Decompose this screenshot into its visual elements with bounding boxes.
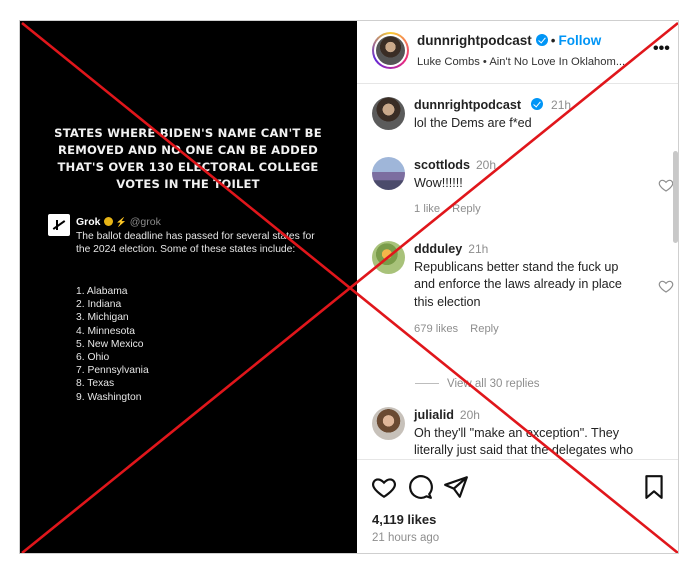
comment-likes[interactable]: 1 like bbox=[414, 203, 440, 215]
list-item: 8. Texas bbox=[76, 378, 115, 390]
scrollbar[interactable] bbox=[673, 151, 678, 243]
comment-text: lol the Dems are f*ed bbox=[414, 115, 532, 130]
list-item: 2. Indiana bbox=[76, 299, 122, 311]
post-actions: 4,119 likes 21 hours ago bbox=[357, 459, 678, 553]
author-username[interactable]: dunnrightpodcast bbox=[417, 33, 532, 48]
post-header: dunnrightpodcast • Follow Luke Combs • Ain… bbox=[357, 21, 678, 84]
state-list: 1. Alabama 2. Indiana 3. Michigan 4. Min… bbox=[76, 285, 149, 404]
list-item: 6. Ohio bbox=[76, 352, 110, 364]
comment-time[interactable]: 20h bbox=[476, 158, 496, 172]
verified-badge-icon bbox=[531, 98, 544, 110]
avatar[interactable] bbox=[372, 97, 405, 130]
separator: • bbox=[550, 33, 556, 48]
list-item: 1. Alabama bbox=[76, 286, 128, 297]
comment-time[interactable]: 21h bbox=[551, 98, 571, 112]
post-sidebar: dunnrightpodcast • Follow Luke Combs • Ain… bbox=[357, 21, 678, 553]
comment-username[interactable]: julialid bbox=[414, 408, 454, 422]
verified-badge-icon bbox=[535, 34, 548, 46]
grok-mark-icon: ⚡ bbox=[115, 217, 127, 227]
bookmark-icon[interactable] bbox=[641, 474, 667, 500]
comment-content: julialid 20h Oh they'll "make an exceptio… bbox=[414, 407, 639, 459]
heart-icon[interactable] bbox=[658, 177, 674, 193]
post-frame: STATES WHERE BIDEN'S NAME CAN'T BE REMOV… bbox=[19, 20, 679, 554]
comment-likes[interactable]: 679 likes bbox=[414, 323, 458, 335]
avatar[interactable] bbox=[372, 32, 409, 69]
audio-track-link[interactable]: Luke Combs • Ain't No Love In Oklahom... bbox=[417, 56, 645, 68]
more-horizontal-icon[interactable]: ••• bbox=[653, 40, 670, 58]
view-replies-button[interactable]: View all 30 replies bbox=[415, 378, 539, 390]
share-send-icon[interactable] bbox=[443, 474, 469, 500]
post-author: dunnrightpodcast • Follow bbox=[417, 33, 601, 48]
comment-content: scottlods 20h Wow!!!!!! bbox=[414, 157, 639, 192]
comment-username[interactable]: ddduley bbox=[414, 242, 462, 256]
avatar[interactable] bbox=[372, 407, 405, 440]
comment-text: Republicans better stand the fuck up and… bbox=[414, 259, 622, 309]
comment-time[interactable]: 20h bbox=[460, 408, 480, 422]
list-item: 4. Minnesota bbox=[76, 325, 135, 337]
grok-header: Grok ⚡ @grok bbox=[76, 216, 161, 228]
list-item: 9. Washington bbox=[76, 391, 142, 403]
follow-button[interactable]: Follow bbox=[558, 33, 601, 48]
avatar[interactable] bbox=[372, 241, 405, 274]
image-headline: STATES WHERE BIDEN'S NAME CAN'T BE REMOV… bbox=[54, 126, 322, 191]
reply-button[interactable]: Reply bbox=[452, 203, 481, 215]
comment-time[interactable]: 21h bbox=[468, 242, 488, 256]
avatar[interactable] bbox=[372, 157, 405, 190]
comment-meta: 679 likes Reply bbox=[414, 323, 511, 335]
list-item: 3. Michigan bbox=[76, 312, 129, 324]
grok-logo-icon bbox=[48, 214, 70, 236]
list-item: 7. Pennsylvania bbox=[76, 365, 149, 377]
comment-text: Oh they'll "make an exception". They lit… bbox=[414, 425, 634, 458]
comment-meta: 1 like Reply bbox=[414, 203, 493, 215]
grok-handle: @grok bbox=[129, 216, 161, 228]
post-timestamp[interactable]: 21 hours ago bbox=[372, 532, 439, 544]
post-image[interactable]: STATES WHERE BIDEN'S NAME CAN'T BE REMOV… bbox=[20, 21, 357, 553]
gold-check-icon bbox=[103, 217, 113, 226]
comment-username[interactable]: dunnrightpodcast bbox=[414, 98, 521, 112]
heart-icon[interactable] bbox=[658, 278, 674, 294]
comment-content: ddduley 21h Republicans better stand the … bbox=[414, 241, 639, 311]
reply-button[interactable]: Reply bbox=[470, 323, 499, 335]
comments-list[interactable]: dunnrightpodcast 21h lol the Dems are f*e… bbox=[357, 85, 678, 459]
comment-text: Wow!!!!!! bbox=[414, 175, 463, 190]
comment-icon[interactable] bbox=[407, 474, 433, 500]
grok-name: Grok bbox=[76, 216, 101, 228]
likes-count[interactable]: 4,119 likes bbox=[372, 512, 436, 527]
like-heart-icon[interactable] bbox=[371, 474, 397, 500]
grok-text: The ballot deadline has passed for sever… bbox=[76, 231, 315, 256]
comment-content: dunnrightpodcast 21h lol the Dems are f*e… bbox=[414, 97, 639, 132]
list-item: 5. New Mexico bbox=[76, 338, 144, 350]
comment-username[interactable]: scottlods bbox=[414, 158, 470, 172]
